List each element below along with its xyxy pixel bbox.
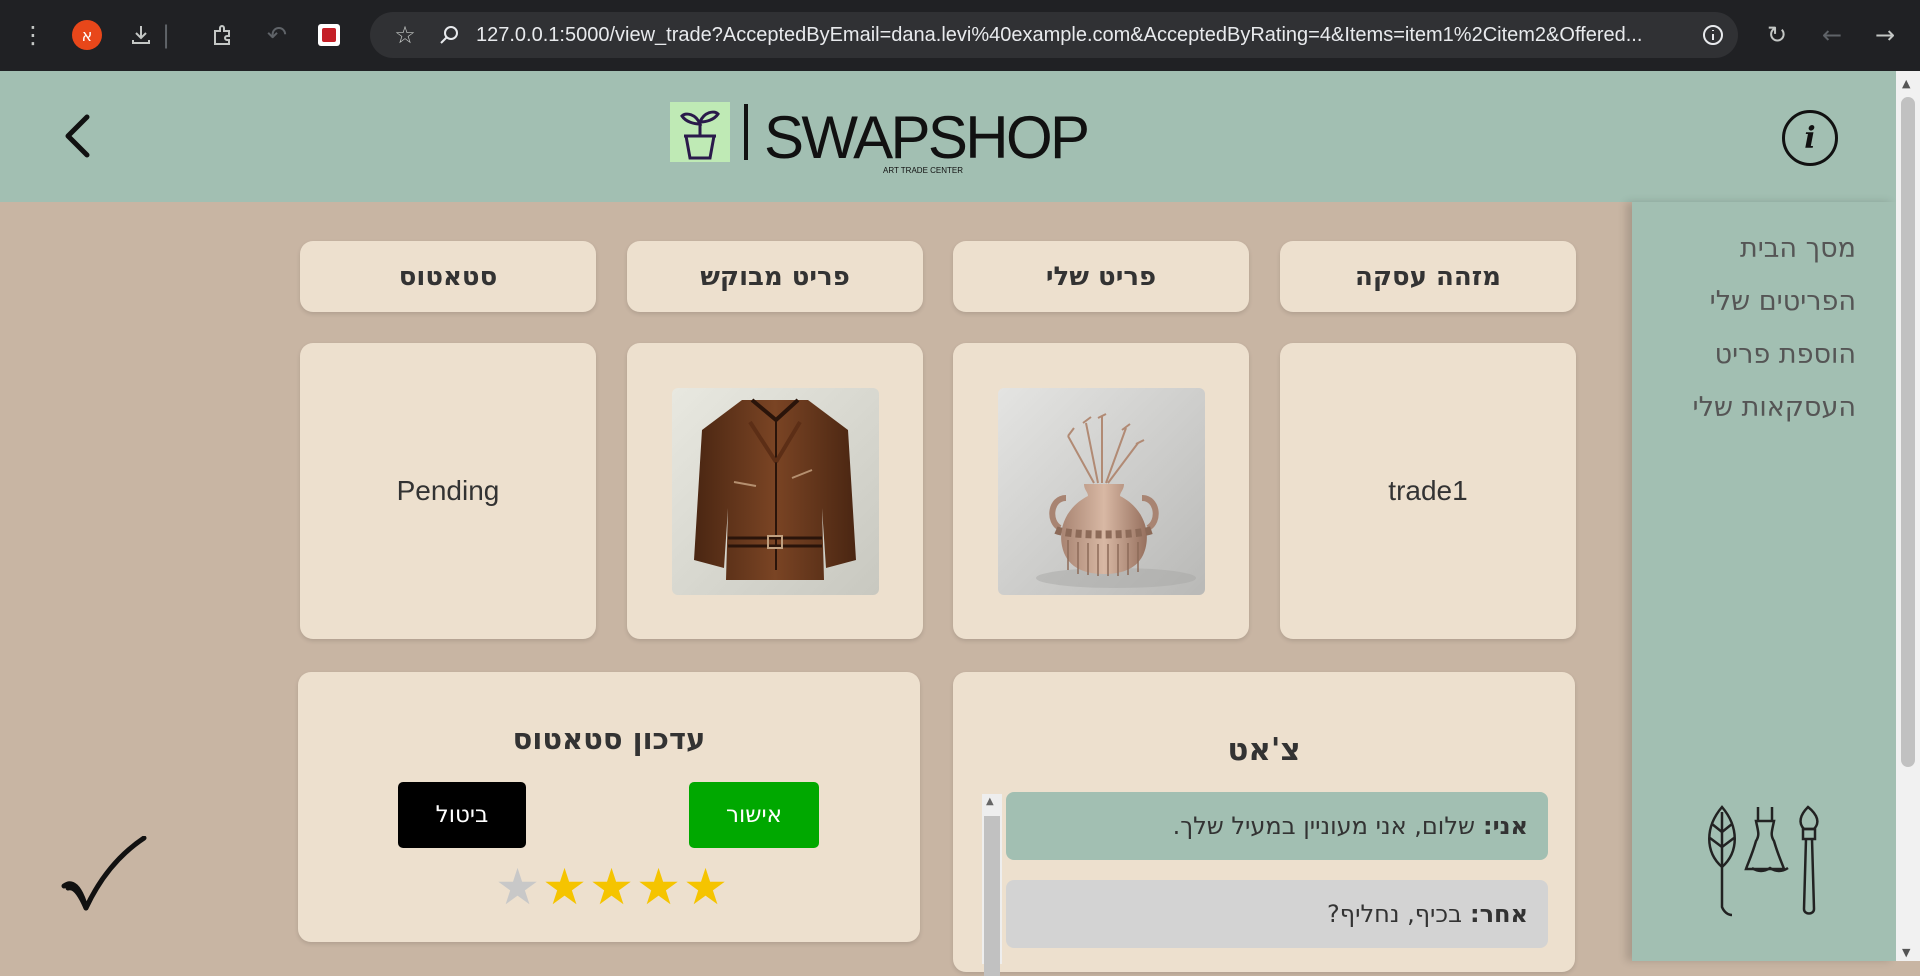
star-icon[interactable]: ★: [494, 862, 541, 912]
status-value: Pending: [396, 475, 500, 506]
status-update-card: עדכון סטאטוס ביטול אישור ★ ★ ★ ★ ★: [298, 672, 920, 942]
star-icon[interactable]: ★: [541, 862, 588, 912]
url-text[interactable]: 127.0.0.1:5000/view_trade?AcceptedByEmai…: [476, 24, 1676, 47]
trade-id-value: trade1: [1388, 475, 1468, 506]
mcafee-extension-icon[interactable]: [318, 24, 340, 46]
info-icon[interactable]: i: [1782, 110, 1838, 166]
cancel-button[interactable]: ביטול: [398, 782, 526, 848]
status-cell: Pending: [300, 343, 596, 639]
star-icon[interactable]: ★: [588, 862, 635, 912]
vase-image[interactable]: [997, 387, 1205, 595]
scroll-up-arrow-icon[interactable]: ▲: [1902, 77, 1910, 90]
sidebar: מסך הבית הפריטים שלי הוספת פריט העסקאות …: [1632, 202, 1896, 961]
browser-menu-icon[interactable]: ⋮: [16, 18, 50, 52]
header-requested-item: פריט מבוקש: [627, 241, 923, 312]
back-icon[interactable]: ←: [1815, 18, 1849, 52]
chat-message-sender: אחר:: [1469, 900, 1528, 928]
chat-card: צ'אט ▲ אני: שלום, אני מעוניין במעיל שלך.…: [953, 672, 1575, 976]
download-icon[interactable]: [124, 18, 158, 52]
header-my-item: פריט שלי: [953, 241, 1249, 312]
trade-id-cell: trade1: [1280, 343, 1576, 639]
sidebar-item-my-trades[interactable]: העסקאות שלי: [1693, 381, 1856, 434]
scrollbar-thumb[interactable]: [1901, 97, 1915, 767]
site-info-icon[interactable]: [1696, 18, 1730, 52]
extensions-icon[interactable]: [206, 18, 240, 52]
sidebar-item-add-item[interactable]: הוספת פריט: [1693, 328, 1856, 381]
address-bar[interactable]: ☆ 127.0.0.1:5000/view_trade?AcceptedByEm…: [370, 12, 1738, 58]
page-scrollbar[interactable]: ▲ ▼: [1896, 71, 1920, 961]
sidebar-item-my-items[interactable]: הפריטים שלי: [1693, 275, 1856, 328]
profile-avatar[interactable]: א: [72, 20, 102, 50]
back-chevron-icon[interactable]: [62, 113, 92, 163]
sidebar-item-home[interactable]: מסך הבית: [1693, 222, 1856, 275]
header-status: סטאטוס: [300, 241, 596, 312]
my-item-cell: [953, 343, 1249, 639]
undo-icon: ↶: [266, 21, 288, 49]
chat-message-mine: אני: שלום, אני מעוניין במעיל שלך.: [1006, 792, 1548, 860]
status-update-title: עדכון סטאטוס: [512, 722, 706, 756]
requested-item-cell: [627, 343, 923, 639]
checkmark-icon[interactable]: [60, 835, 150, 924]
toolbar-divider: |: [161, 21, 171, 49]
chat-scrollbar-thumb[interactable]: [984, 816, 1000, 976]
star-icon[interactable]: ★: [635, 862, 682, 912]
paintbrush-icon: [1799, 805, 1819, 915]
chat-message-sender: אני:: [1482, 812, 1528, 840]
approve-button[interactable]: אישור: [689, 782, 819, 848]
scroll-down-arrow-icon[interactable]: ▼: [1902, 946, 1910, 959]
art-icons-illustration: [1700, 802, 1830, 926]
chat-scroll-up-arrow-icon[interactable]: ▲: [986, 796, 994, 807]
leaf-icon: [1708, 805, 1736, 917]
header-trade-id: מזהה עסקה: [1280, 241, 1576, 312]
bookmark-star-icon[interactable]: ☆: [388, 18, 422, 52]
chat-message-text: בכיף, נחליף?: [1327, 900, 1462, 928]
swapshop-logo[interactable]: SWAPSHOP ART TRADE CENTER: [670, 102, 1110, 182]
chat-message-text: שלום, אני מעוניין במעיל שלך.: [1172, 812, 1475, 840]
logo-text: SWAPSHOP: [764, 104, 1090, 171]
zoom-icon[interactable]: [432, 18, 466, 52]
chat-title: צ'אט: [1227, 732, 1301, 768]
sidebar-nav: מסך הבית הפריטים שלי הוספת פריט העסקאות …: [1693, 222, 1856, 434]
star-icon[interactable]: ★: [682, 862, 729, 912]
leather-jacket-image[interactable]: [671, 387, 879, 595]
reload-icon[interactable]: ↻: [1760, 18, 1794, 52]
browser-toolbar: ⋮ א | ↶ ☆ 127.0.0.1:5000/view_trade?Acce…: [0, 0, 1920, 71]
star-rating[interactable]: ★ ★ ★ ★ ★: [494, 862, 729, 912]
dress-icon: [1744, 807, 1789, 873]
chat-scrollbar[interactable]: ▲: [982, 794, 1002, 976]
logo-subtitle: ART TRADE CENTER: [883, 166, 963, 175]
forward-icon[interactable]: →: [1868, 18, 1902, 52]
chat-message-other: אחר: בכיף, נחליף?: [1006, 880, 1548, 948]
